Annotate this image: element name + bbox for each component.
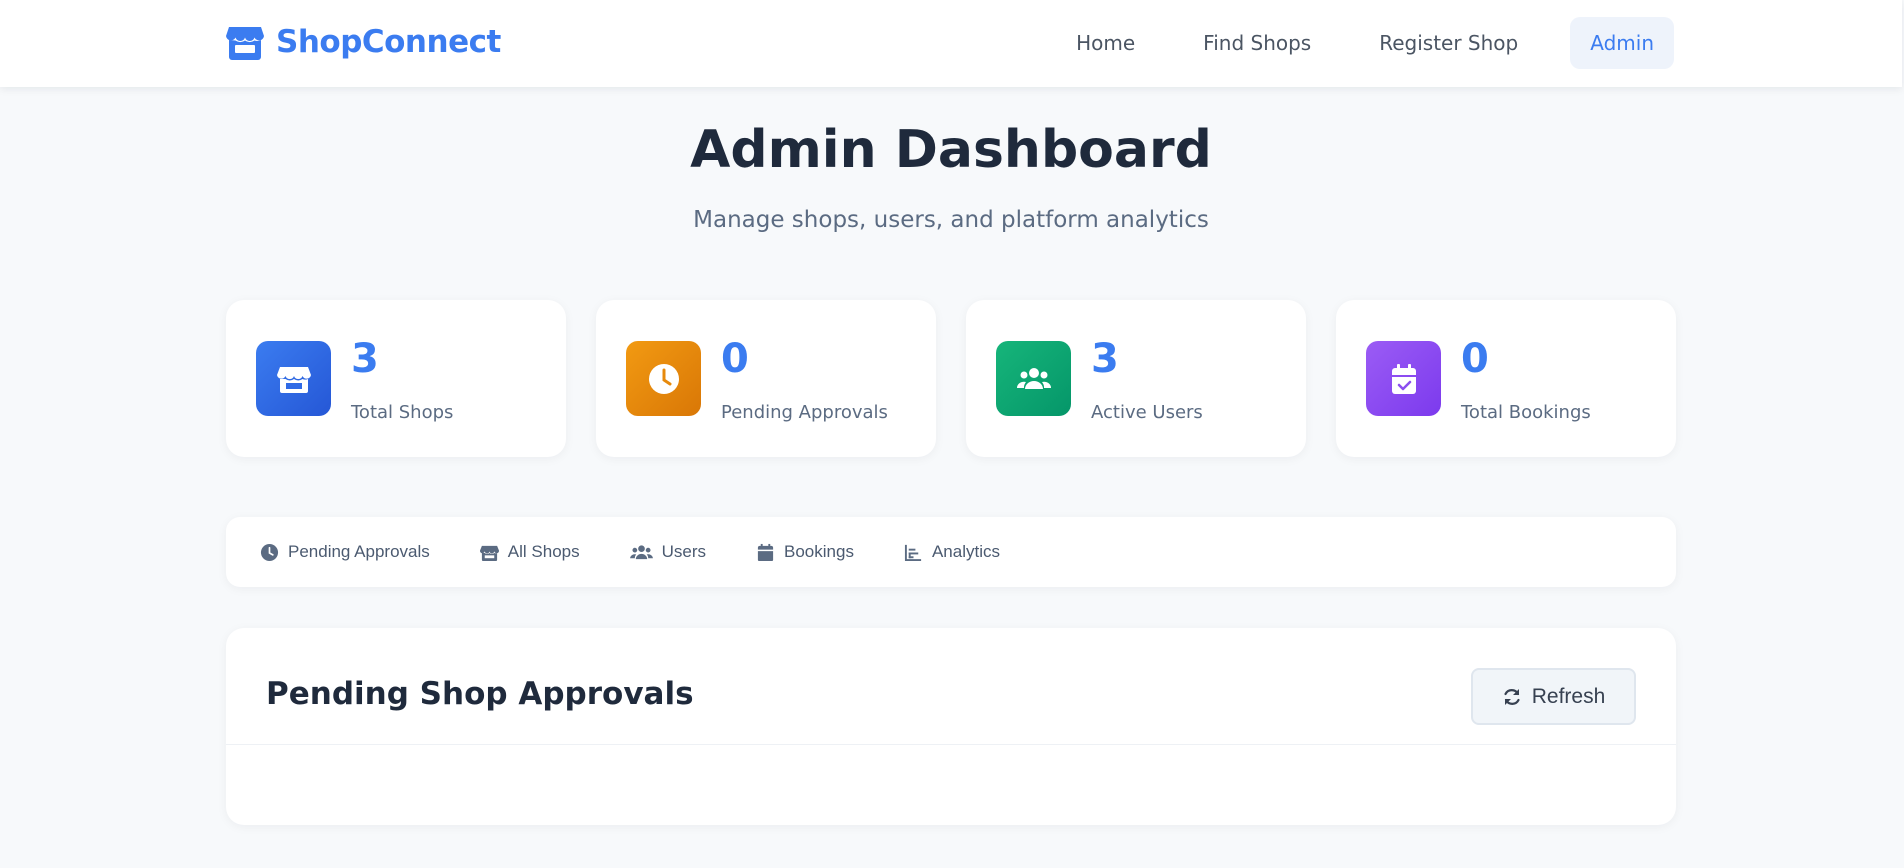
tab-label: Analytics [931,542,1000,561]
page-title: Admin Dashboard [690,120,1212,180]
tab-pending-approvals[interactable]: Pending Approvals [260,542,430,562]
tab-users[interactable]: Users [629,542,707,562]
tab-label: Users [661,542,707,561]
refresh-label: Refresh [1531,684,1606,708]
stat-value: 3 [351,336,379,382]
stat-card-total-bookings: 0 Total Bookings [1336,300,1676,457]
calendar-check-icon [1366,341,1441,416]
panel-header: Pending Shop Approvals Refresh [226,628,1676,745]
brand-name: ShopConnect [276,24,501,60]
pending-approvals-panel: Pending Shop Approvals Refresh [226,628,1676,825]
calendar-icon [757,543,774,561]
panel-title: Pending Shop Approvals [266,676,694,712]
top-navbar: ShopConnect Home Find Shops Register Sho… [0,0,1902,87]
tab-bookings[interactable]: Bookings [756,542,854,562]
nav-link-admin[interactable]: Admin [1570,17,1674,69]
stat-label: Active Users [1091,402,1203,423]
nav-link-register-shop[interactable]: Register Shop [1359,17,1538,69]
store-icon [256,341,331,416]
nav-link-find-shops[interactable]: Find Shops [1183,17,1331,69]
nav-link-home[interactable]: Home [1056,17,1155,69]
users-icon [629,544,653,559]
refresh-button[interactable]: Refresh [1471,668,1636,725]
stat-card-total-shops: 3 Total Shops [226,300,566,457]
nav-links: Home Find Shops Register Shop Admin [1056,17,1674,69]
stat-card-active-users: 3 Active Users [966,300,1306,457]
store-icon [226,27,264,60]
stat-value: 0 [721,336,749,382]
stat-card-pending-approvals: 0 Pending Approvals [596,300,936,457]
stat-value: 3 [1091,336,1119,382]
stat-label: Total Bookings [1461,402,1591,423]
page-subtitle: Manage shops, users, and platform analyt… [693,207,1209,233]
clock-icon [260,543,279,561]
admin-tabs: Pending Approvals All Shops Users Bookin… [226,517,1676,587]
stat-label: Total Shops [351,402,454,423]
tab-analytics[interactable]: Analytics [904,542,1000,562]
chart-icon [904,544,922,561]
stat-value: 0 [1461,336,1489,382]
stat-label: Pending Approvals [721,402,888,423]
tab-label: All Shops [507,542,580,561]
users-icon [996,341,1071,416]
tab-all-shops[interactable]: All Shops [479,542,580,562]
clock-icon [626,341,701,416]
tab-label: Bookings [784,542,854,561]
store-icon [479,545,499,561]
tab-label: Pending Approvals [288,542,430,561]
brand-logo-link[interactable]: ShopConnect [226,22,501,62]
refresh-icon [1504,688,1520,705]
